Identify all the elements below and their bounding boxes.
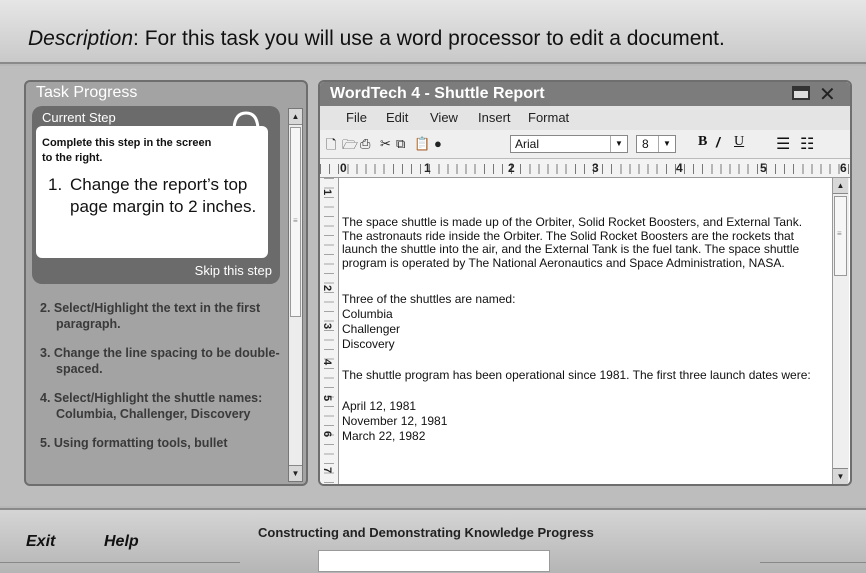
doc-line[interactable]: March 22, 1982 [342,429,812,444]
doc-paragraph[interactable]: Three of the shuttles are named: [342,292,812,307]
chevron-down-icon[interactable]: ▼ [610,136,627,152]
close-icon[interactable]: ✕ [819,82,836,107]
font-select[interactable]: Arial ▼ [510,135,628,153]
description-bar: Description: For this task you will use … [0,0,866,64]
task-scrollbar[interactable]: ▲ ≡ ▼ [288,108,303,482]
ruler-number: 6 [840,161,847,175]
ruler-ticks [320,164,850,174]
menu-view[interactable]: View [430,110,458,125]
horizontal-ruler[interactable]: 0 1 2 3 4 5 6 [320,159,850,178]
menu-format[interactable]: Format [528,110,569,125]
doc-line[interactable]: April 12, 1981 [342,399,812,414]
maximize-icon[interactable] [792,86,810,100]
progress-label: Constructing and Demonstrating Knowledge… [258,525,594,540]
doc-line[interactable]: Discovery [342,337,812,352]
menu-bar: File Edit View Insert Format [320,106,850,130]
chevron-down-icon[interactable]: ▼ [658,136,675,152]
ruler-number: 2 [508,161,515,175]
description-body: : For this task you will use a word proc… [133,27,725,50]
numbered-list-icon[interactable]: ☷ [800,134,814,154]
italic-icon[interactable]: / [716,134,720,150]
menu-insert[interactable]: Insert [478,110,511,125]
current-step-box: Current Step Complete this step in the s… [32,106,280,284]
word-processor-window: WordTech 4 - Shuttle Report ✕ File Edit … [318,80,852,486]
doc-paragraph[interactable]: The shuttle program has been operational… [342,368,812,383]
current-step-text: 1. Change the report’s top page margin t… [48,174,258,218]
doc-paragraph[interactable]: The space shuttle is made up of the Orbi… [342,215,812,270]
font-size-select[interactable]: 8 ▼ [636,135,676,153]
cut-icon[interactable]: ✂ [380,136,391,152]
bold-icon[interactable]: B [698,134,707,150]
menu-file[interactable]: File [346,110,367,125]
document-area[interactable]: The space shuttle is made up of the Orbi… [342,178,832,484]
globe-icon[interactable]: ● [434,136,442,151]
current-step-header: Current Step [42,110,116,125]
paste-icon[interactable]: 📋 [414,136,430,152]
description-label: Description [28,27,134,50]
doc-line[interactable]: November 12, 1981 [342,414,812,429]
vruler-number: 7 [321,466,334,474]
doc-line[interactable]: Columbia [342,307,812,322]
scroll-up-button[interactable]: ▲ [833,178,848,194]
font-size-value: 8 [642,137,649,151]
vruler-number: 4 [321,358,334,366]
underline-icon[interactable]: U [734,134,744,150]
current-step-body: Complete this step in the screen to the … [36,126,268,258]
vruler-number: 6 [321,430,334,438]
bottom-bar: Exit Help Constructing and Demonstrating… [0,508,866,573]
copy-icon[interactable]: ⧉ [396,136,405,152]
divider [0,562,240,563]
doc-line[interactable]: Challenger [342,322,812,337]
bullet-list-icon[interactable]: ☰ [776,134,790,154]
ruler-number: 5 [760,161,767,175]
scroll-thumb[interactable]: ≡ [290,127,301,317]
document-scrollbar[interactable]: ▲ ≡ ▼ [832,178,849,484]
toolbar: 🗋 🗁 ⎙ ✂ ⧉ 📋 ● Arial ▼ 8 ▼ B / U ☰ ☷ [320,130,850,159]
list-item: 5. Using formatting tools, bullet [40,436,228,450]
main-area: Task Progress Current Step Complete this… [0,66,866,506]
steps-list: 2. Select/Highlight the text in the firs… [40,300,280,464]
current-step-description: Change the report’s top page margin to 2… [70,175,257,216]
progress-bar [318,550,550,572]
open-icon[interactable]: 🗁 [342,136,358,158]
new-doc-icon[interactable]: 🗋 [326,136,336,158]
scroll-thumb[interactable]: ≡ [834,196,847,276]
task-progress-title: Task Progress [36,84,138,101]
ruler-number: 0 [340,161,347,175]
print-icon[interactable]: ⎙ [360,136,370,152]
vruler-ticks [324,178,334,484]
ruler-number: 1 [424,161,431,175]
list-item: 2. Select/Highlight the text in the firs… [40,301,261,331]
scroll-up-button[interactable]: ▲ [289,109,302,125]
ruler-number: 4 [676,161,683,175]
current-step-number: 1. [48,175,63,194]
vruler-number: 3 [321,322,334,330]
vertical-ruler[interactable]: 1 2 3 4 5 6 7 [320,178,339,484]
list-item: 3. Change the line spacing to be double-… [40,346,280,376]
list-item: 4. Select/Highlight the shuttle names: C… [40,391,263,421]
skip-step-button[interactable]: Skip this step [195,263,272,278]
wp-titlebar: WordTech 4 - Shuttle Report ✕ [320,82,850,106]
exit-button[interactable]: Exit [26,533,55,551]
ruler-number: 3 [592,161,599,175]
help-button[interactable]: Help [104,533,139,551]
current-step-instruction: Complete this step in the screen to the … [42,137,212,164]
divider [760,562,866,563]
scroll-down-button[interactable]: ▼ [833,468,848,484]
scroll-down-button[interactable]: ▼ [289,465,302,481]
font-value: Arial [515,137,540,151]
vruler-number: 5 [321,394,334,402]
wp-title: WordTech 4 - Shuttle Report [330,85,545,102]
description-text: Description: For this task you will use … [28,27,725,51]
task-progress-panel: Task Progress Current Step Complete this… [24,80,308,486]
vruler-number: 2 [321,284,334,292]
menu-edit[interactable]: Edit [386,110,408,125]
vruler-number: 1 [321,188,334,196]
